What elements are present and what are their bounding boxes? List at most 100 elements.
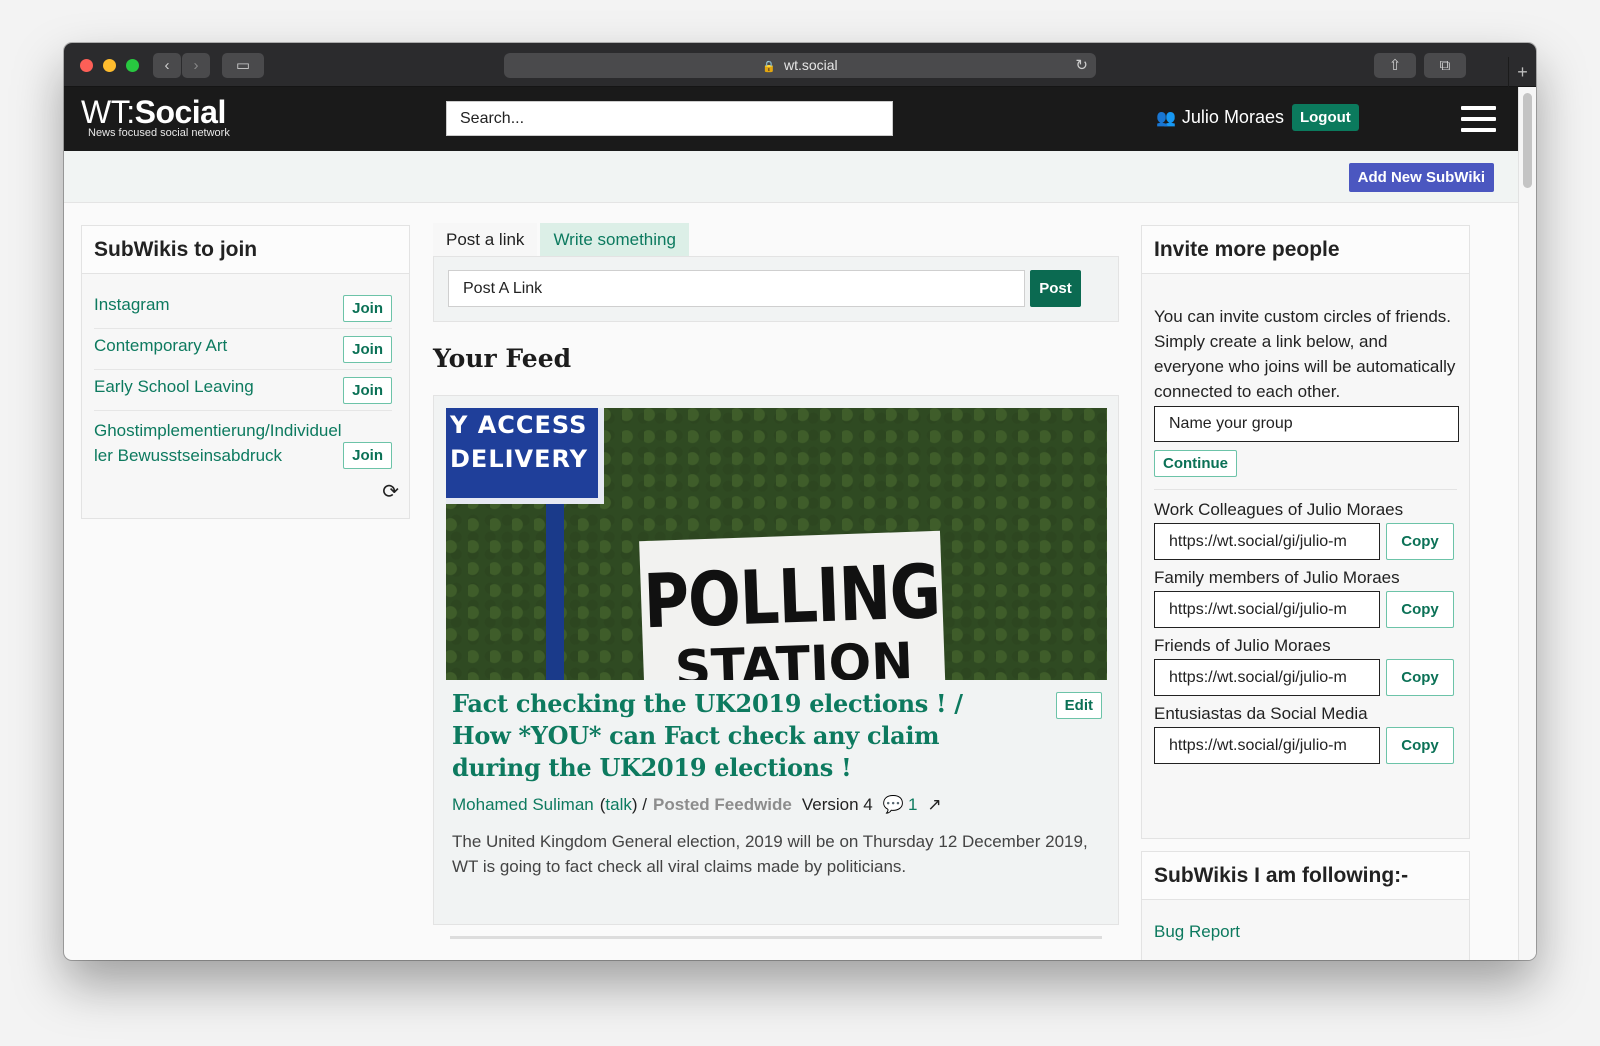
user-area: 👥 Julio Moraes Logout bbox=[1156, 104, 1359, 131]
address-text: wt.social bbox=[783, 57, 838, 73]
subwiki-link[interactable]: Ghostimplementierung/Individueller Bewus… bbox=[94, 418, 343, 468]
circle-url-field[interactable] bbox=[1154, 659, 1380, 696]
subwikis-to-join-title: SubWikis to join bbox=[82, 226, 409, 274]
site-logo[interactable]: WT:Social News focused social network bbox=[81, 95, 230, 139]
list-item: Contemporary Art Join bbox=[94, 329, 392, 370]
forward-icon: › bbox=[193, 57, 199, 74]
comment-icon[interactable]: 💬 bbox=[883, 795, 904, 815]
feed-title: Your Feed bbox=[433, 344, 572, 373]
sidebar-toggle-button[interactable]: ▭ bbox=[222, 53, 264, 78]
subwiki-list: Instagram Join Contemporary Art Join Ear… bbox=[82, 274, 409, 475]
new-tab-button[interactable]: + bbox=[1508, 57, 1536, 87]
following-link[interactable]: Bug Report bbox=[1154, 922, 1240, 942]
tab-overview-button[interactable]: ⧉ bbox=[1424, 53, 1466, 78]
article-summary: The United Kingdom General election, 201… bbox=[452, 832, 1088, 876]
article-image[interactable]: Y ACCESS DELIVERY POLLING STATION bbox=[446, 408, 1107, 680]
copy-button[interactable]: Copy bbox=[1386, 727, 1454, 764]
version-label: Version 4 bbox=[801, 795, 873, 814]
logo-tagline: News focused social network bbox=[88, 127, 230, 139]
circle-item: Entusiastas da Social Media Copy bbox=[1154, 704, 1457, 764]
circle-url-field[interactable] bbox=[1154, 727, 1380, 764]
zoom-window-button[interactable] bbox=[126, 59, 139, 72]
site-header: WT:Social News focused social network 👥 … bbox=[64, 87, 1536, 151]
join-button[interactable]: Join bbox=[343, 442, 392, 469]
feed-card: Y ACCESS DELIVERY POLLING STATION Fact c… bbox=[433, 395, 1119, 925]
search-input[interactable] bbox=[446, 101, 893, 136]
address-bar[interactable]: 🔒 wt.social ↻ bbox=[504, 53, 1096, 78]
action-bar: Add New SubWiki bbox=[64, 151, 1518, 203]
join-button[interactable]: Join bbox=[343, 295, 392, 322]
circle-item: Family members of Julio Moraes Copy bbox=[1154, 568, 1457, 628]
continue-button[interactable]: Continue bbox=[1154, 450, 1237, 477]
share-icon[interactable]: ↗ bbox=[927, 795, 941, 815]
following-title: SubWikis I am following:- bbox=[1142, 852, 1469, 900]
copy-button[interactable]: Copy bbox=[1386, 591, 1454, 628]
circle-label: Friends of Julio Moraes bbox=[1154, 636, 1331, 655]
polling-station-sign: POLLING STATION bbox=[639, 530, 946, 680]
invite-panel: Invite more people You can invite custom… bbox=[1141, 225, 1470, 839]
share-icon: ⇧ bbox=[1388, 57, 1402, 74]
tabs-icon: ⧉ bbox=[1439, 57, 1451, 74]
copy-button[interactable]: Copy bbox=[1386, 523, 1454, 560]
user-name[interactable]: Julio Moraes bbox=[1182, 107, 1284, 128]
subwiki-link[interactable]: Contemporary Art bbox=[94, 336, 227, 356]
post-link-box: Post bbox=[433, 256, 1119, 322]
list-item: Early School Leaving Join bbox=[94, 370, 392, 411]
group-name-input[interactable] bbox=[1154, 406, 1459, 442]
scrollbar[interactable] bbox=[1518, 87, 1536, 960]
subwiki-link[interactable]: Early School Leaving bbox=[94, 377, 254, 397]
copy-button[interactable]: Copy bbox=[1386, 659, 1454, 696]
sign-text-polling: POLLING bbox=[642, 547, 942, 646]
comment-count[interactable]: 1 bbox=[908, 795, 917, 815]
article-meta: Mohamed Suliman (talk) / Posted Feedwide… bbox=[452, 795, 942, 815]
subwiki-link[interactable]: Instagram bbox=[94, 295, 170, 315]
invite-description: You can invite custom circles of friends… bbox=[1154, 307, 1456, 401]
reload-icon[interactable]: ↻ bbox=[1075, 53, 1088, 78]
invite-title: Invite more people bbox=[1142, 226, 1469, 274]
talk-link[interactable]: talk bbox=[605, 795, 631, 815]
circle-label: Family members of Julio Moraes bbox=[1154, 568, 1400, 587]
menu-icon[interactable] bbox=[1461, 106, 1496, 132]
sidebar-icon: ▭ bbox=[235, 57, 251, 74]
list-item: Ghostimplementierung/Individueller Bewus… bbox=[94, 411, 392, 475]
circle-item: Friends of Julio Moraes Copy bbox=[1154, 636, 1457, 696]
back-icon: ‹ bbox=[164, 57, 170, 74]
circle-item: Work Colleagues of Julio Moraes Copy bbox=[1154, 489, 1457, 560]
author-link[interactable]: Mohamed Suliman bbox=[452, 795, 594, 815]
edit-button[interactable]: Edit bbox=[1055, 692, 1102, 719]
post-link-input[interactable] bbox=[448, 270, 1025, 307]
post-button[interactable]: Post bbox=[1030, 270, 1081, 307]
refresh-icon[interactable]: ⟳ bbox=[382, 479, 399, 504]
close-window-button[interactable] bbox=[80, 59, 93, 72]
main-feed-column: Post a link Write something Post Your Fe… bbox=[433, 223, 1119, 925]
sign-blue: Y ACCESS DELIVERY bbox=[446, 408, 604, 504]
circle-url-field[interactable] bbox=[1154, 523, 1380, 560]
lock-icon: 🔒 bbox=[762, 61, 777, 73]
article-title[interactable]: Fact checking the UK2019 elections ! / H… bbox=[452, 688, 992, 784]
next-card-edge bbox=[450, 936, 1102, 939]
following-panel: SubWikis I am following:- Bug Report bbox=[1141, 851, 1470, 960]
sign-pole bbox=[546, 498, 564, 680]
scrollbar-thumb[interactable] bbox=[1523, 93, 1532, 188]
join-button[interactable]: Join bbox=[343, 336, 392, 363]
composer-tabs: Post a link Write something bbox=[433, 223, 1119, 256]
user-icon: 👥 bbox=[1156, 109, 1176, 127]
browser-toolbar: ‹ › ▭ 🔒 wt.social ↻ ⇧ ⧉ + bbox=[64, 43, 1536, 87]
circle-url-field[interactable] bbox=[1154, 591, 1380, 628]
browser-window: ‹ › ▭ 🔒 wt.social ↻ ⇧ ⧉ + WT:Social News… bbox=[64, 43, 1536, 960]
logo-wt: WT: bbox=[81, 94, 135, 130]
tab-write-something[interactable]: Write something bbox=[540, 223, 689, 256]
tab-post-link[interactable]: Post a link bbox=[433, 223, 538, 256]
subwikis-to-join-panel: SubWikis to join Instagram Join Contempo… bbox=[81, 225, 410, 519]
forward-button[interactable]: › bbox=[182, 53, 210, 78]
add-new-subwiki-button[interactable]: Add New SubWiki bbox=[1348, 163, 1494, 192]
logout-button[interactable]: Logout bbox=[1291, 104, 1359, 131]
share-button[interactable]: ⇧ bbox=[1374, 53, 1416, 78]
back-button[interactable]: ‹ bbox=[153, 53, 181, 78]
circle-label: Entusiastas da Social Media bbox=[1154, 704, 1368, 723]
logo-social: Social bbox=[134, 94, 227, 130]
posted-feedwide: Posted Feedwide bbox=[653, 795, 792, 814]
minimize-window-button[interactable] bbox=[103, 59, 116, 72]
join-button[interactable]: Join bbox=[343, 377, 392, 404]
plus-icon: + bbox=[1517, 62, 1528, 82]
